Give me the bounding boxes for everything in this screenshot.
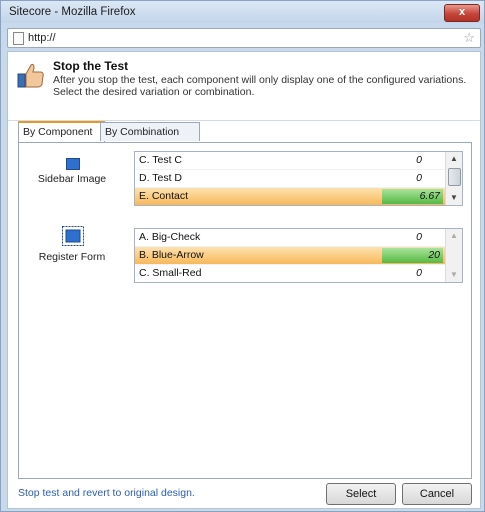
close-button[interactable]: x	[444, 4, 480, 22]
tab-panel: Sidebar Image C. Test C 0 D. Test D 0 E.…	[18, 142, 472, 479]
window-title: Sitecore - Mozilla Firefox	[9, 6, 136, 18]
variation-list: C. Test C 0 D. Test D 0 E. Contact 6.67 …	[134, 151, 463, 206]
bookmark-star-icon[interactable]: ☆	[463, 30, 475, 46]
revert-link[interactable]: Stop test and revert to original design.	[18, 487, 195, 499]
scroll-up-icon[interactable]: ▲	[446, 152, 462, 166]
component-label: Register Form	[38, 251, 106, 263]
variation-name: C. Small-Red	[139, 267, 202, 279]
component-label: Sidebar Image	[37, 173, 107, 185]
dialog-content: Stop the Test After you stop the test, e…	[7, 51, 481, 509]
scroll-down-icon[interactable]: ▼	[446, 268, 462, 282]
variation-name: D. Test D	[139, 172, 182, 184]
thumbs-up-icon	[17, 63, 44, 88]
cancel-button[interactable]: Cancel	[402, 483, 472, 505]
variation-row[interactable]: A. Big-Check 0	[135, 229, 462, 247]
variation-row[interactable]: C. Test C 0	[135, 152, 462, 170]
url-text[interactable]: http://	[28, 32, 56, 44]
tab-by-combination[interactable]: By Combination	[100, 122, 200, 141]
scroll-up-icon[interactable]: ▲	[446, 229, 462, 243]
variation-name: A. Big-Check	[139, 231, 201, 243]
variation-row[interactable]: D. Test D 0	[135, 170, 462, 188]
dialog-header: Stop the Test After you stop the test, e…	[8, 52, 480, 121]
dialog-title: Stop the Test	[53, 59, 129, 73]
scroll-thumb[interactable]	[448, 168, 461, 186]
variation-value: 0	[416, 172, 422, 184]
page-icon	[13, 32, 24, 45]
scroll-down-icon[interactable]: ▼	[446, 191, 462, 205]
select-button[interactable]: Select	[326, 483, 396, 505]
variation-row[interactable]: C. Small-Red 0	[135, 265, 462, 282]
variation-value: 0	[416, 154, 422, 166]
variation-row-selected[interactable]: E. Contact 6.67	[135, 188, 462, 205]
dialog-description: After you stop the test, each component …	[53, 74, 467, 98]
register-form-icon	[62, 226, 84, 246]
variation-name: B. Blue-Arrow	[139, 249, 204, 261]
variation-name: C. Test C	[139, 154, 182, 166]
title-bar: Sitecore - Mozilla Firefox x	[1, 1, 484, 23]
variation-value: 6.67	[419, 190, 440, 202]
variation-value: 0	[416, 231, 422, 243]
variation-value: 0	[416, 267, 422, 279]
list-scrollbar[interactable]: ▲ ▼	[445, 152, 462, 205]
variation-list: A. Big-Check 0 B. Blue-Arrow 20 C. Small…	[134, 228, 463, 283]
dialog-footer: Stop test and revert to original design.…	[8, 480, 480, 508]
address-bar[interactable]: http:// ☆	[7, 28, 481, 48]
variation-value: 20	[428, 249, 440, 261]
browser-window: Sitecore - Mozilla Firefox x http:// ☆ S…	[0, 0, 485, 512]
tab-by-component[interactable]: By Component	[18, 121, 105, 142]
variation-name: E. Contact	[139, 190, 189, 202]
list-scrollbar[interactable]: ▲ ▼	[445, 229, 462, 282]
sidebar-image-icon	[66, 158, 80, 170]
variation-row-selected[interactable]: B. Blue-Arrow 20	[135, 247, 462, 265]
